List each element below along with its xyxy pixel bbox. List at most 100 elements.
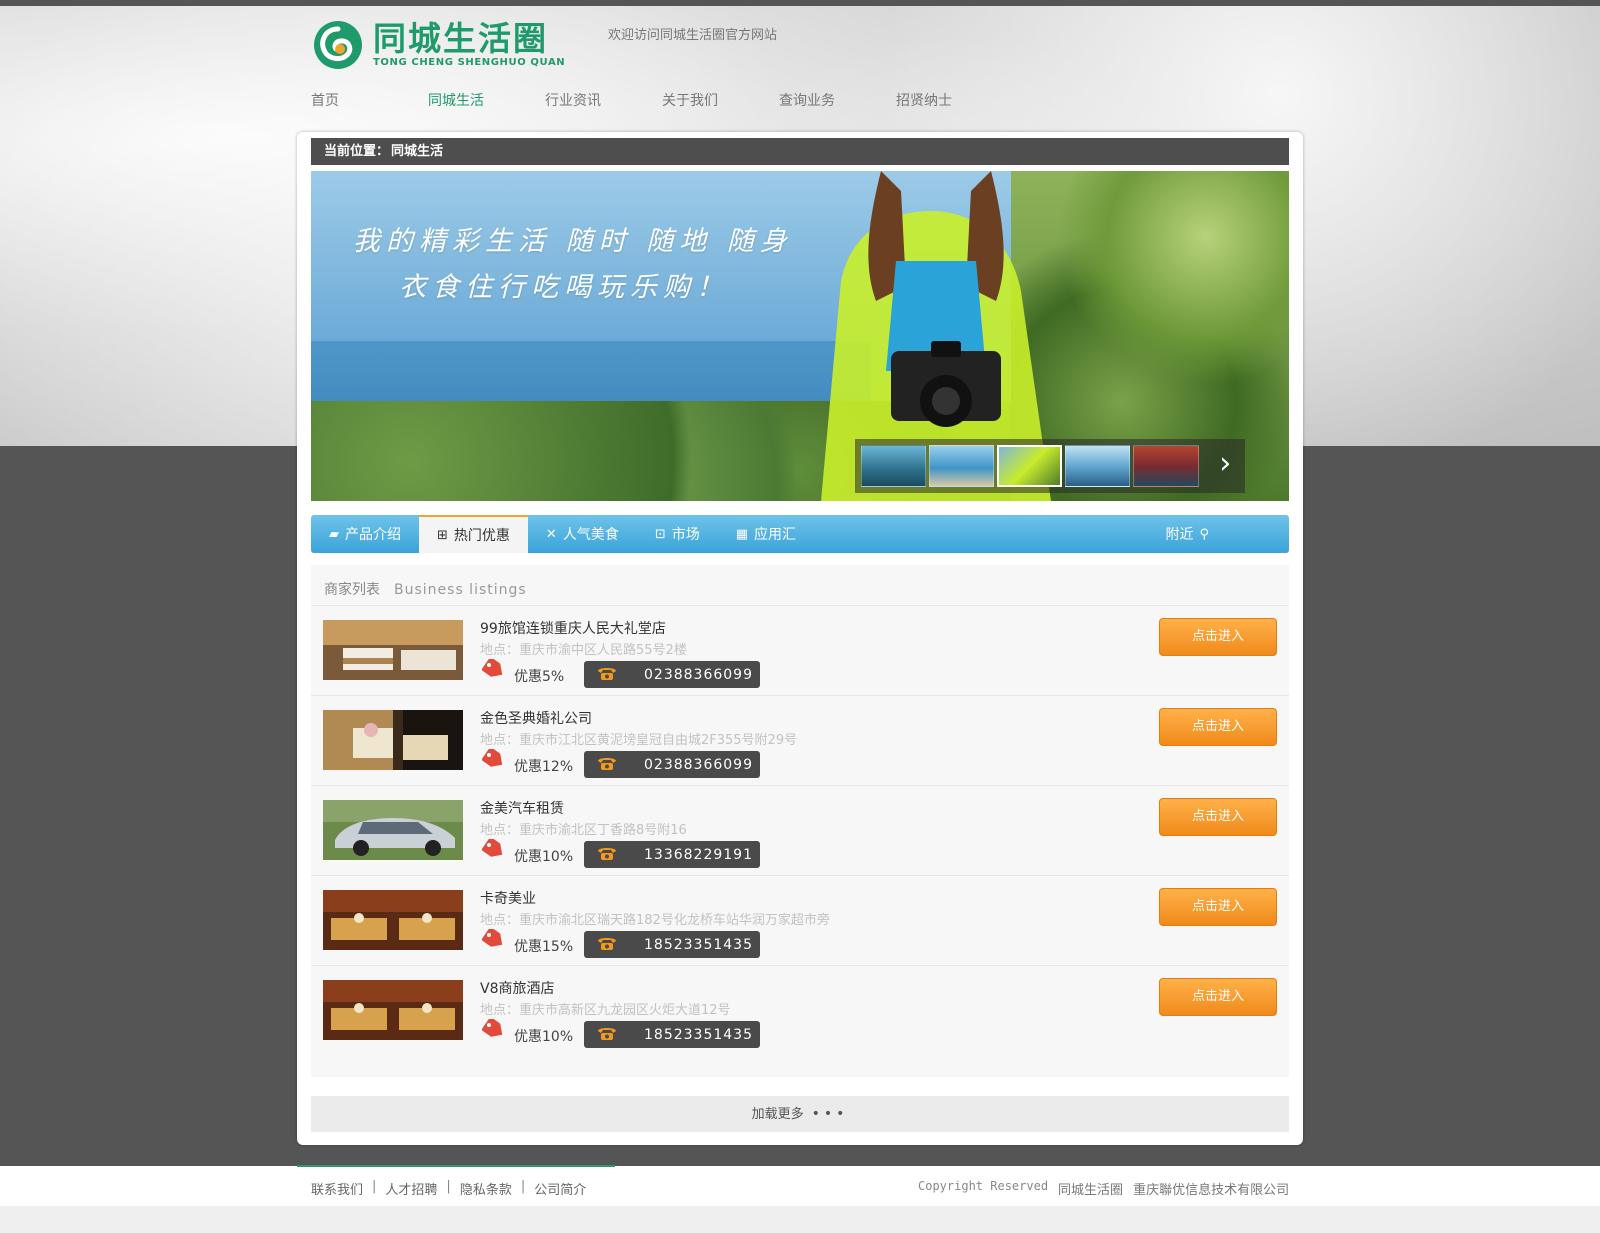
listing-row: 金美汽车租赁 地点：重庆市渝北区丁香路8号附16 优惠10% 133682291… — [311, 786, 1289, 876]
listings-title-en: Business listings — [394, 582, 527, 598]
footer-link-about[interactable]: 公司简介 — [534, 1179, 586, 1198]
tab-product-intro[interactable]: ▰ 产品介绍 — [311, 515, 419, 553]
listing-address: 地点：重庆市渝北区瑞天路182号化龙桥车站华润万家超市旁 — [480, 913, 830, 928]
listing-phone[interactable]: 18523351435 — [584, 1021, 760, 1048]
copyright-text: Copyright Reserved — [918, 1179, 1049, 1193]
listing-phone[interactable]: 13368229191 — [584, 841, 760, 868]
hero-banner[interactable]: 我的精彩生活 随时 随地 随身 衣食住行吃喝玩乐购！ › — [311, 171, 1289, 501]
breadcrumb-current: 同城生活 — [391, 144, 444, 159]
separator: | — [520, 1179, 526, 1194]
site-logo[interactable]: 同城生活圈 TONG CHENG SHENGHUO QUAN — [311, 20, 565, 70]
banner-thumbnail-strip: › — [855, 439, 1245, 493]
banner-thumb-4[interactable] — [1065, 445, 1131, 487]
tab-market[interactable]: ⊡ 市场 — [637, 515, 718, 553]
listing-row: V8商旅酒店 地点：重庆市高新区九龙园区火炬大道12号 优惠10% 185233… — [311, 966, 1289, 1056]
basket-icon: ⊞ — [437, 527, 448, 543]
logo-mark-icon — [314, 21, 362, 69]
phone-number: 02388366099 — [644, 666, 753, 683]
copyright-brand: 同城生活圈 — [1058, 1183, 1124, 1198]
listing-discount: 优惠15% — [514, 939, 574, 955]
breadcrumb: 当前位置： 同城生活 — [311, 138, 1289, 165]
nav-item-careers[interactable]: 招贤纳士 — [896, 90, 1013, 110]
listing-discount: 优惠10% — [514, 1029, 574, 1045]
tab-label: 附近 — [1165, 527, 1194, 543]
listing-discount: 优惠5% — [514, 669, 565, 685]
listing-name[interactable]: 99旅馆连锁重庆人民大礼堂店 — [480, 618, 666, 638]
listing-name[interactable]: 金美汽车租赁 — [480, 798, 564, 818]
listing-hotel-image[interactable] — [323, 980, 463, 1040]
nav-item-city-life[interactable]: 同城生活 — [428, 90, 545, 110]
footer-link-contact[interactable]: 联系我们 — [311, 1179, 363, 1198]
enter-button[interactable]: 点击进入 — [1159, 618, 1277, 656]
nav-item-home[interactable]: 首页 — [311, 90, 428, 110]
listing-name[interactable]: 卡奇美业 — [480, 888, 536, 908]
load-more-button[interactable]: 加载更多 ••• — [311, 1096, 1289, 1132]
logo-english-text: TONG CHENG SHENGHUO QUAN — [373, 57, 566, 68]
listing-name[interactable]: V8商旅酒店 — [480, 978, 554, 998]
separator: | — [372, 1179, 377, 1194]
listing-address: 地点：重庆市江北区黄泥塝皇冠自由城2F355号附29号 — [480, 733, 798, 748]
listing-hotel-image[interactable] — [323, 620, 463, 680]
calendar-icon: ▦ — [735, 526, 749, 542]
banner-slogan-line2: 衣食住行吃喝玩乐购！ — [399, 272, 729, 303]
listings-header: 商家列表 Business listings — [324, 579, 527, 599]
banner-thumb-5[interactable] — [1133, 445, 1199, 487]
banner-thumb-3[interactable] — [997, 445, 1063, 487]
enter-button[interactable]: 点击进入 — [1159, 978, 1277, 1016]
footer-link-careers[interactable]: 人才招聘 — [385, 1179, 437, 1198]
tab-label: 应用汇 — [754, 527, 797, 543]
listing-phone[interactable]: 18523351435 — [584, 931, 760, 958]
location-pin-icon: ⚲ — [1199, 526, 1209, 542]
listing-name[interactable]: 金色圣典婚礼公司 — [480, 708, 592, 728]
tab-label: 市场 — [671, 527, 700, 543]
nav-item-query[interactable]: 查询业务 — [779, 90, 896, 110]
main-card: 当前位置：同城生活 我的精彩生活 随时 随地 随身 衣食住行吃喝玩乐购！ › — [297, 132, 1303, 1145]
listing-car-image[interactable] — [323, 800, 463, 860]
tab-popular-food[interactable]: ✕ 人气美食 — [528, 515, 637, 553]
sale-tag-icon — [482, 929, 503, 947]
category-tabs: ▰ 产品介绍 ⊞ 热门优惠 ✕ 人气美食 ⊡ 市场 ▦ 应用汇 附近 ⚲ — [311, 515, 1289, 553]
listings-title-cn: 商家列表 — [324, 582, 380, 598]
footer-link-privacy[interactable]: 隐私条款 — [460, 1179, 512, 1198]
listing-row: 金色圣典婚礼公司 地点：重庆市江北区黄泥塝皇冠自由城2F355号附29号 优惠1… — [311, 696, 1289, 786]
tab-app-center[interactable]: ▦ 应用汇 — [718, 515, 814, 553]
enter-button[interactable]: 点击进入 — [1159, 888, 1277, 926]
logo-chinese-text: 同城生活圈 — [373, 19, 548, 58]
nav-item-industry-news[interactable]: 行业资讯 — [545, 90, 662, 110]
phone-icon — [592, 935, 622, 955]
banner-thumb-1[interactable] — [861, 445, 927, 487]
banner-slogan-line1: 我的精彩生活 随时 随地 随身 — [353, 226, 793, 257]
phone-icon — [592, 845, 622, 865]
listing-wedding-image[interactable] — [323, 710, 463, 770]
listing-spa-image[interactable] — [323, 890, 463, 950]
main-nav: 首页 同城生活 行业资讯 关于我们 查询业务 招贤纳士 — [311, 90, 1013, 110]
sale-tag-icon — [482, 1019, 503, 1037]
tab-hot-deals[interactable]: ⊞ 热门优惠 — [419, 515, 528, 553]
enter-button[interactable]: 点击进入 — [1159, 798, 1277, 836]
phone-number: 18523351435 — [644, 936, 753, 953]
footer-links: 联系我们 | 人才招聘 | 隐私条款 | 公司简介 — [311, 1179, 586, 1198]
phone-number: 13368229191 — [644, 846, 753, 863]
nav-item-about-us[interactable]: 关于我们 — [662, 90, 779, 110]
enter-button[interactable]: 点击进入 — [1159, 708, 1277, 746]
chevron-right-icon[interactable]: › — [1206, 439, 1245, 493]
load-more-label: 加载更多 — [751, 1107, 804, 1122]
listing-address: 地点：重庆市渝中区人民路55号2楼 — [480, 643, 687, 658]
sale-tag-icon — [482, 659, 503, 677]
copyright-company: 重庆聯优信息技术有限公司 — [1133, 1183, 1290, 1198]
banner-thumb-2[interactable] — [929, 445, 995, 487]
business-listings: 商家列表 Business listings 99旅馆连锁重庆人民大礼堂店 地点… — [311, 565, 1289, 1077]
listing-row: 99旅馆连锁重庆人民大礼堂店 地点：重庆市渝中区人民路55号2楼 优惠5% 02… — [311, 606, 1289, 696]
separator: | — [446, 1179, 451, 1194]
utensils-icon: ✕ — [545, 526, 557, 542]
breadcrumb-prefix: 当前位置： — [324, 144, 390, 159]
tab-nearby[interactable]: 附近 ⚲ — [1147, 515, 1289, 553]
listing-phone[interactable]: 02388366099 — [584, 751, 760, 778]
tab-label: 人气美食 — [562, 527, 619, 543]
listing-phone[interactable]: 02388366099 — [584, 661, 760, 688]
footer-strip — [0, 1166, 1600, 1206]
sale-tag-icon — [482, 749, 503, 767]
listing-address: 地点：重庆市渝北区丁香路8号附16 — [480, 823, 687, 838]
phone-icon — [592, 665, 622, 685]
copyright: Copyright Reserved 同城生活圈 重庆聯优信息技术有限公司 — [918, 1179, 1289, 1198]
